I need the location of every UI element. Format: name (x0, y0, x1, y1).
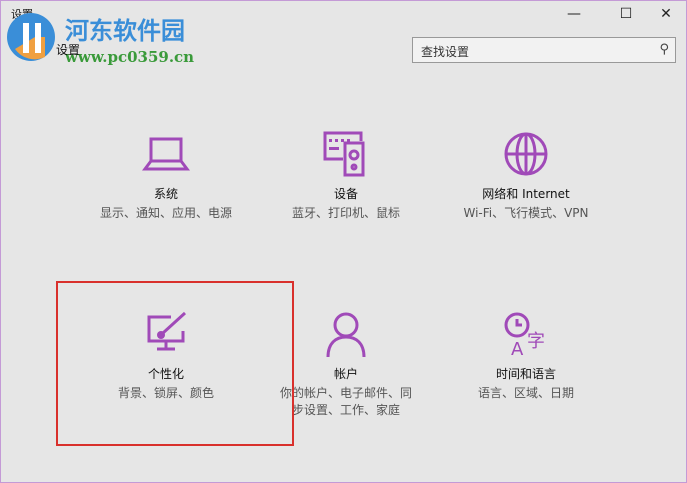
devices-icon (323, 131, 365, 177)
watermark-name: 河东软件园 (65, 16, 185, 45)
tile-desc: 显示、通知、应用、电源 (99, 206, 232, 220)
tile-name: 网络和 Internet (482, 187, 570, 201)
tile-desc: 蓝牙、打印机、鼠标 (291, 206, 400, 220)
tile-name: 时间和语言 (495, 367, 556, 381)
settings-window: 设置 — ☐ ✕ 河东软件园 www.pc0359.cn 设置 查找设置 ⚲ 系… (0, 0, 687, 483)
highlight-box (56, 281, 294, 446)
globe-icon (504, 132, 548, 176)
watermark-logo-icon (7, 13, 55, 61)
svg-text:字: 字 (527, 331, 545, 352)
search-placeholder: 查找设置 (421, 45, 470, 59)
tile-name: 设备 (333, 187, 358, 201)
time-language-icon: A字 (504, 312, 545, 357)
svg-text:A: A (511, 339, 524, 357)
close-button[interactable]: ✕ (643, 3, 687, 25)
tile-desc: Wi-Fi、飞行模式、VPN (463, 206, 589, 220)
laptop-icon (142, 137, 190, 171)
search-icon[interactable]: ⚲ (659, 42, 669, 57)
tile-system[interactable]: 系统 显示、通知、应用、电源 (76, 131, 256, 222)
minimize-button[interactable]: — (551, 3, 597, 25)
tile-devices[interactable]: 设备 蓝牙、打印机、鼠标 (256, 131, 436, 222)
tile-desc: 语言、区域、日期 (477, 386, 574, 400)
person-icon (326, 312, 366, 357)
tile-name: 系统 (153, 187, 178, 201)
page-heading: 设置 (56, 43, 81, 57)
tile-network[interactable]: 网络和 Internet Wi-Fi、飞行模式、VPN (436, 131, 616, 222)
tile-time-language[interactable]: A字 时间和语言 语言、区域、日期 (436, 311, 616, 402)
watermark-url: www.pc0359.cn (65, 48, 195, 66)
search-input[interactable]: 查找设置 ⚲ (412, 37, 676, 63)
